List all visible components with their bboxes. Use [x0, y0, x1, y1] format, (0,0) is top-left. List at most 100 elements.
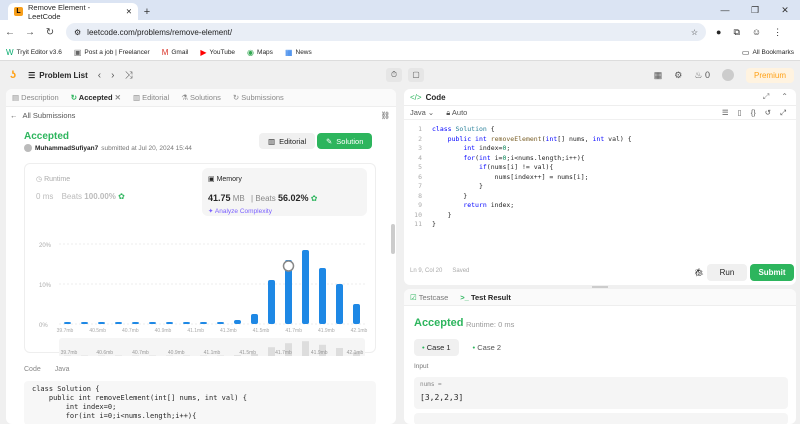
- case-1-tab[interactable]: • Case 1: [414, 339, 459, 356]
- scroll-thumb[interactable]: [391, 224, 395, 254]
- leetcode-logo-icon[interactable]: ʖ: [10, 69, 16, 81]
- username[interactable]: MuhammadSufiyan7: [35, 145, 98, 152]
- braces-icon[interactable]: {}: [751, 108, 756, 118]
- left-scrollbar[interactable]: [390, 89, 396, 424]
- memory-value: 41.75 MB | Beats 56.02% ✿: [208, 193, 318, 203]
- url-field[interactable]: ⚙ leetcode.com/problems/remove-element/ …: [66, 23, 706, 41]
- center-controls: ⏱ ▢: [386, 68, 424, 82]
- reload-icon[interactable]: ↻: [40, 27, 60, 38]
- bookmark-item[interactable]: ◉ Maps: [247, 48, 273, 57]
- tab-test-result[interactable]: >_ Test Result: [460, 293, 511, 302]
- bar: [81, 322, 88, 324]
- next-problem-icon[interactable]: ›: [111, 70, 114, 81]
- tab-accepted[interactable]: ↻ Accepted ✕: [71, 93, 121, 102]
- bookmark-star-icon[interactable]: ☆: [691, 28, 698, 37]
- x-tick-label: 42.1mb: [351, 328, 368, 334]
- forward-icon[interactable]: →: [20, 27, 40, 38]
- mini-tick-label: 40.9mb: [168, 350, 185, 356]
- close-tab-icon[interactable]: ✕: [126, 7, 132, 16]
- site-info-icon[interactable]: ⚙: [74, 28, 81, 37]
- url-text: leetcode.com/problems/remove-element/: [87, 27, 233, 37]
- format-icon[interactable]: ☰: [722, 108, 729, 118]
- youtube-icon: ▶: [200, 47, 207, 57]
- memory-card[interactable]: ▣ Memory 41.75 MB | Beats 56.02% ✿ ✦ Ana…: [202, 168, 367, 216]
- collapse-icon[interactable]: ⌃: [781, 92, 788, 102]
- tab-solutions[interactable]: ⚗ Solutions: [181, 93, 221, 102]
- language-tab[interactable]: Java: [55, 366, 70, 373]
- edit-icon: ✎: [326, 136, 333, 146]
- result-tabs: ☑ Testcase >_ Test Result: [404, 289, 796, 306]
- tab-testcase[interactable]: ☑ Testcase: [410, 293, 448, 302]
- fullscreen-icon[interactable]: ⤢: [780, 108, 786, 118]
- bookmark-icon[interactable]: ▯: [738, 108, 742, 118]
- extension-icon[interactable]: ●: [716, 27, 721, 38]
- tab-description[interactable]: ▤ Description: [12, 93, 59, 102]
- extensions: ● ⧉ ☺ ⋮: [716, 27, 782, 38]
- back-icon[interactable]: ←: [0, 27, 20, 38]
- submit-button[interactable]: Submit: [750, 264, 794, 281]
- expand-icon[interactable]: ⤢: [763, 92, 769, 102]
- folder-icon: ▭: [741, 47, 750, 57]
- memory-label: ▣ Memory: [208, 176, 242, 183]
- bookmark-item[interactable]: ▶ YouTube: [200, 48, 235, 57]
- maximize-icon[interactable]: ❐: [740, 0, 770, 20]
- x-tick-label: 41.1mb: [187, 328, 204, 334]
- prev-problem-icon[interactable]: ‹: [98, 70, 101, 81]
- settings-icon[interactable]: ⚙: [674, 70, 682, 81]
- close-window-icon[interactable]: ✕: [770, 0, 800, 20]
- bookmark-item[interactable]: ▣ Post a job | Freelancer: [74, 48, 150, 57]
- book-icon: ▥: [268, 136, 276, 146]
- language-select[interactable]: Java ⌄: [410, 108, 434, 117]
- code-tab[interactable]: Code: [24, 366, 41, 373]
- problem-list-button[interactable]: ☰ Problem List: [28, 71, 88, 80]
- lock-icon: 🔒︎: [446, 107, 451, 117]
- notes-icon[interactable]: ▢: [408, 68, 424, 82]
- premium-button[interactable]: Premium: [745, 67, 794, 83]
- bookmark-item[interactable]: M Gmail: [162, 48, 189, 57]
- avatar[interactable]: [721, 69, 734, 81]
- list-icon: ☰: [28, 70, 36, 80]
- editorial-button[interactable]: ▥ Editorial: [259, 133, 316, 149]
- all-bookmarks[interactable]: ▭ All Bookmarks: [742, 48, 794, 57]
- bookmark-item[interactable]: ▦ News: [285, 48, 312, 57]
- tab-submissions[interactable]: ↻ Submissions: [233, 93, 284, 102]
- left-panel: ▤ Description ↻ Accepted ✕ ▥ Editorial ⚗…: [6, 89, 396, 424]
- solution-button[interactable]: ✎ Solution: [317, 133, 373, 149]
- tab-editorial[interactable]: ▥ Editorial: [133, 93, 169, 102]
- close-icon[interactable]: ✕: [115, 93, 121, 102]
- mini-tick-label: 41.5mb: [239, 350, 256, 356]
- x-tick-label: 41.3mb: [220, 328, 237, 334]
- bookmark-item[interactable]: W Tryit Editor v3.6: [6, 48, 62, 57]
- profile-icon[interactable]: ☺: [752, 27, 761, 38]
- bar: [353, 304, 360, 324]
- line-number: 7: [418, 182, 422, 190]
- line-number: 2: [418, 134, 422, 143]
- menu-icon[interactable]: ⋮: [773, 27, 782, 38]
- runtime-value[interactable]: 0 ms Beats 100.00% ✿: [36, 192, 125, 201]
- submitted-code-preview: class Solution { public int removeElemen…: [24, 381, 376, 424]
- debug-icon[interactable]: 🐞︎: [694, 268, 704, 277]
- timer-icon[interactable]: ⏱: [386, 68, 402, 82]
- analyze-complexity-link[interactable]: ✦ Analyze Complexity: [208, 207, 272, 215]
- layout-icon[interactable]: ▦: [654, 70, 663, 81]
- editor-toolbar: Java ⌄ 🔒︎ Auto ☰ ▯ {} ↺ ⤢: [404, 106, 796, 120]
- code-editor[interactable]: 1 2 3 4 5 6 7 8 9 10 11 class Solution { public in…: [410, 125, 790, 235]
- minimize-icon[interactable]: —: [710, 0, 740, 20]
- line-number: 3: [418, 144, 422, 152]
- shuffle-icon[interactable]: ⤨: [124, 70, 132, 81]
- reset-icon[interactable]: ↺: [765, 108, 771, 118]
- puzzle-icon[interactable]: ⧉: [733, 27, 739, 38]
- memory-distribution-chart[interactable]: 20% 10% 0% 39.7mb 40.5mb 40.7mb 40.9mb 41.1mb 41…: [25, 216, 377, 356]
- streak[interactable]: ♨ 0: [694, 70, 710, 81]
- case-2-tab[interactable]: • Case 2: [465, 339, 510, 356]
- auto-indicator[interactable]: 🔒︎ Auto: [446, 108, 467, 118]
- browser-tab[interactable]: L Remove Element - LeetCode ✕: [8, 3, 138, 21]
- link-icon[interactable]: ⛓: [380, 111, 390, 120]
- source-code[interactable]: class Solution { public int removeElemen…: [432, 125, 632, 230]
- input-label: Input: [414, 363, 429, 370]
- all-submissions-link[interactable]: ← All Submissions ⛓: [6, 107, 396, 123]
- line-number: 11: [414, 220, 422, 228]
- new-tab-button[interactable]: +: [138, 3, 156, 20]
- run-button[interactable]: Run: [707, 264, 747, 281]
- bar: [217, 322, 224, 324]
